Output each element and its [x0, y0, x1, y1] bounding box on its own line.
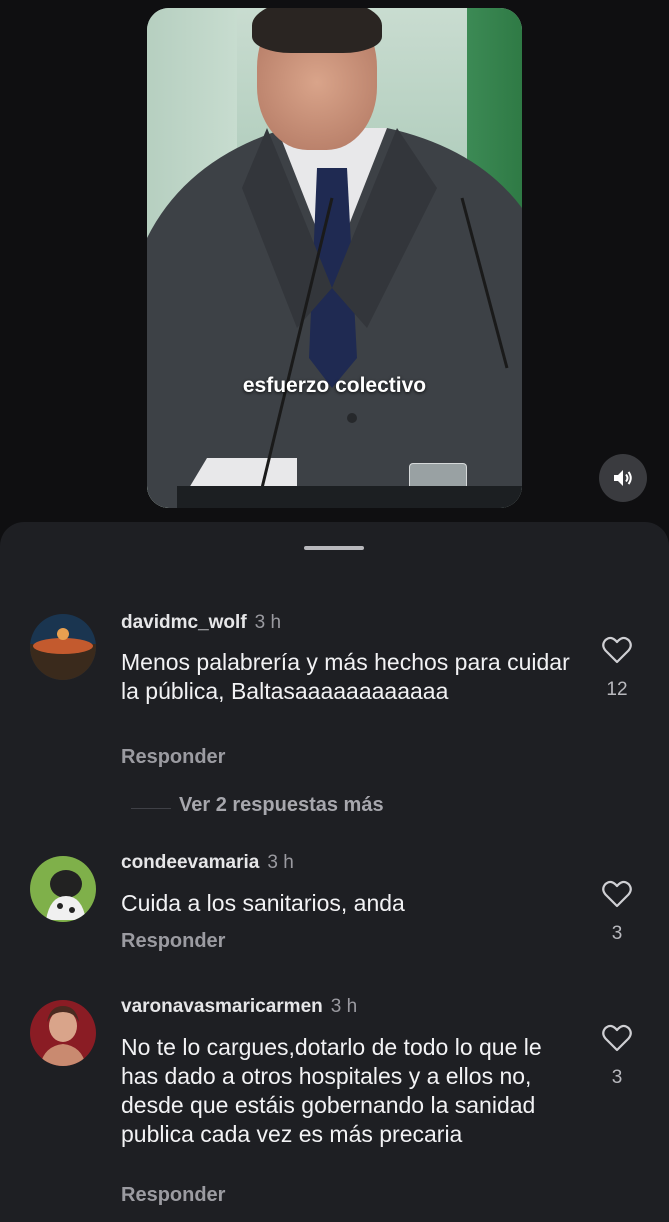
replies-divider	[131, 808, 171, 809]
reply-button[interactable]: Responder	[121, 1184, 225, 1207]
comment-time: 3 h	[330, 996, 358, 1017]
reply-button[interactable]: Responder	[121, 746, 225, 769]
speaker-figure	[147, 128, 522, 508]
comment-time: 3 h	[267, 852, 294, 873]
comment-text: Cuida a los sanitarios, anda	[121, 890, 405, 916]
like-button[interactable]: 3	[590, 880, 644, 945]
podium	[177, 486, 522, 508]
avatar[interactable]	[30, 1000, 96, 1066]
comment-header: davidmc_wolf 3 h	[121, 612, 281, 634]
avatar[interactable]	[30, 614, 96, 680]
view-more-replies[interactable]: Ver 2 respuestas más	[121, 794, 521, 824]
like-button[interactable]: 12	[590, 636, 644, 701]
comment-text: Menos palabrería y más hechos para cuida…	[121, 649, 570, 704]
comment-header: varonavasmaricarmen 3 h	[121, 996, 357, 1018]
heart-icon	[602, 636, 632, 664]
sheet-drag-handle[interactable]	[304, 546, 364, 550]
like-count: 12	[606, 679, 628, 700]
video-player[interactable]: esfuerzo colectivo	[147, 8, 522, 508]
sound-toggle-button[interactable]	[599, 454, 647, 502]
comment-time: 3 h	[254, 612, 282, 633]
heart-icon	[602, 880, 632, 908]
speaker-hair	[252, 8, 382, 53]
comment-username[interactable]: varonavasmaricarmen	[121, 996, 323, 1017]
comment-username[interactable]: davidmc_wolf	[121, 612, 247, 633]
reply-button[interactable]: Responder	[121, 930, 225, 953]
comment-header: condeevamaria 3 h	[121, 852, 294, 874]
like-button[interactable]: 3	[590, 1024, 644, 1089]
video-caption: esfuerzo colectivo	[242, 374, 427, 397]
like-count: 3	[611, 923, 623, 944]
like-count: 3	[611, 1067, 623, 1088]
comment-username[interactable]: condeevamaria	[121, 852, 259, 873]
view-more-replies-label: Ver 2 respuestas más	[179, 794, 384, 816]
video-area: esfuerzo colectivo	[0, 0, 669, 540]
heart-icon	[602, 1024, 632, 1052]
comments-sheet: davidmc_wolf 3 h Menos palabrería y más h…	[0, 522, 669, 1222]
avatar[interactable]	[30, 856, 96, 922]
speaker-icon	[614, 470, 632, 486]
comment-text: No te lo cargues,dotarlo de todo lo que …	[121, 1034, 542, 1147]
